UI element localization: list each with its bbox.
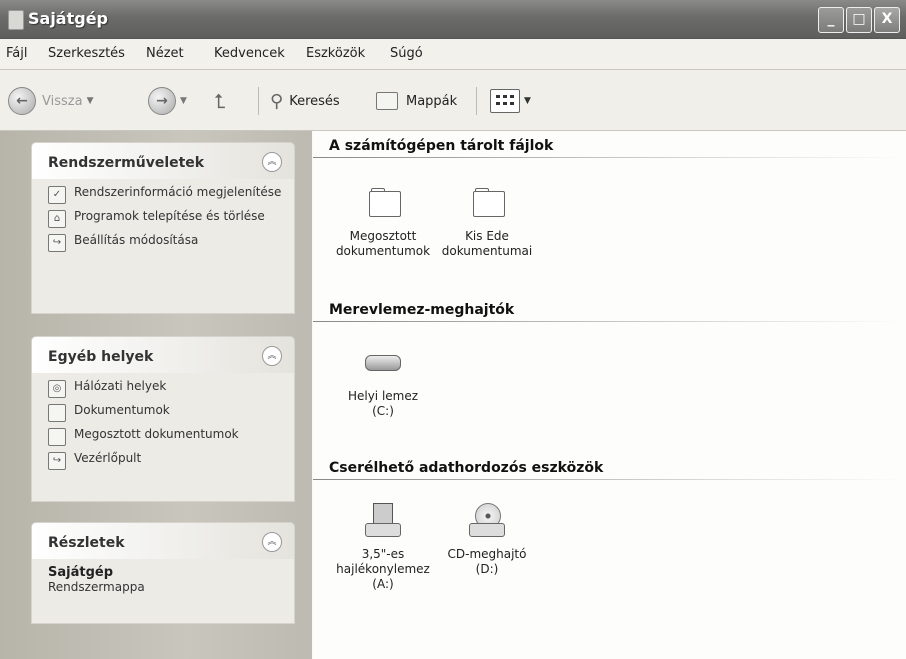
- forward-button[interactable]: → ▼: [148, 87, 187, 115]
- task-show-system-info[interactable]: ✓ Rendszerinformáció megjelenítése: [48, 185, 284, 204]
- chevron-down-icon: ▼: [524, 96, 531, 106]
- collapse-icon[interactable]: ︽: [262, 532, 282, 552]
- menu-favorites[interactable]: Kedvencek: [214, 46, 285, 61]
- chevron-down-icon: ▼: [180, 96, 187, 106]
- section-divider: [313, 321, 906, 322]
- chevron-down-icon: ▼: [86, 96, 94, 106]
- place-control-panel[interactable]: ↪ Vezérlőpult: [48, 451, 284, 470]
- cd-drive-base: [469, 523, 505, 537]
- maximize-button[interactable]: □: [846, 7, 872, 33]
- task-label: Programok telepítése és törlése: [74, 209, 265, 223]
- collapse-icon[interactable]: ︽: [262, 152, 282, 172]
- folder-shared-documents[interactable]: Megosztott dokumentumok: [331, 185, 435, 259]
- control-panel-icon: ↪: [48, 452, 66, 470]
- content-pane: A számítógépen tárolt fájlok Megosztott …: [313, 131, 906, 659]
- menu-edit[interactable]: Szerkesztés: [48, 46, 125, 61]
- details-header[interactable]: Részletek ︽: [32, 523, 294, 559]
- item-label: Megosztott: [349, 229, 417, 243]
- place-label: Dokumentumok: [74, 403, 170, 417]
- drive-cd-d[interactable]: CD-meghajtó (D:): [435, 503, 539, 577]
- place-label: Hálózati helyek: [74, 379, 167, 393]
- menu-tools[interactable]: Eszközök: [306, 46, 365, 61]
- details-panel: Részletek ︽ Sajátgép Rendszermappa: [32, 523, 294, 623]
- hard-drive-icon: [365, 355, 401, 371]
- folder-icon: [473, 191, 505, 217]
- close-button[interactable]: X: [874, 7, 900, 33]
- system-tasks-panel: Rendszerműveletek ︽ ✓ Rendszerinformáció…: [32, 143, 294, 313]
- task-add-remove-programs[interactable]: ⌂ Programok telepítése és törlése: [48, 209, 284, 228]
- item-label: (A:): [372, 577, 394, 591]
- folders-icon: [376, 92, 398, 110]
- menu-view[interactable]: Nézet: [146, 46, 184, 61]
- system-info-icon: ✓: [48, 186, 66, 204]
- menu-help[interactable]: Súgó: [390, 46, 423, 61]
- floppy-drive-base: [365, 523, 401, 537]
- item-label: 3,5"-es: [361, 547, 405, 561]
- place-label: Vezérlőpult: [74, 451, 142, 465]
- folders-button[interactable]: Mappák: [376, 87, 457, 115]
- toolbar: ← Vissza ▼ → ▼ ⮤ ⚲ Keresés Mappák ▼: [0, 70, 906, 131]
- shared-folder-icon: [48, 428, 66, 446]
- task-label: Beállítás módosítása: [74, 233, 199, 247]
- network-places-icon: ◎: [48, 380, 66, 398]
- back-arrow-icon: ←: [8, 87, 36, 115]
- item-label: dokumentumai: [441, 244, 533, 258]
- menu-bar: Fájl Szerkesztés Nézet Kedvencek Eszközö…: [0, 39, 906, 105]
- task-change-setting[interactable]: ↪ Beállítás módosítása: [48, 233, 284, 252]
- title-bar[interactable]: Sajátgép _ □ X: [0, 0, 906, 39]
- search-button[interactable]: ⚲ Keresés: [270, 87, 340, 115]
- documents-folder-icon: [48, 404, 66, 422]
- forward-arrow-icon: →: [148, 87, 176, 115]
- system-tasks-title: Rendszerműveletek: [48, 155, 205, 171]
- collapse-icon[interactable]: ︽: [262, 346, 282, 366]
- section-title-files: A számítógépen tárolt fájlok: [329, 138, 554, 154]
- menu-file[interactable]: Fájl: [6, 46, 27, 61]
- item-label: CD-meghajtó: [447, 547, 527, 561]
- back-label: Vissza: [42, 93, 83, 109]
- other-places-panel: Egyéb helyek ︽ ◎ Hálózati helyek Dokumen…: [32, 337, 294, 501]
- computer-icon: [8, 10, 24, 30]
- details-item-type: Rendszermappa: [48, 580, 145, 594]
- search-icon: ⚲: [270, 90, 284, 112]
- item-label: Helyi lemez: [347, 389, 419, 403]
- views-icon: [490, 89, 520, 113]
- folders-label: Mappák: [406, 93, 458, 109]
- task-label: Rendszerinformáció megjelenítése: [74, 185, 282, 199]
- drive-local-disk-c[interactable]: Helyi lemez (C:): [331, 345, 435, 419]
- window-title: Sajátgép: [28, 9, 109, 28]
- views-button[interactable]: ▼: [490, 87, 531, 115]
- section-divider: [313, 479, 906, 480]
- section-title-hard-drives: Merevlemez-meghajtók: [329, 302, 515, 318]
- toolbar-separator: [476, 87, 477, 115]
- item-label: (C:): [372, 404, 394, 418]
- item-label: (D:): [475, 562, 499, 576]
- section-title-removable: Cserélhető adathordozós eszközök: [329, 460, 604, 476]
- details-item-name: Sajátgép: [48, 565, 114, 580]
- other-places-header[interactable]: Egyéb helyek ︽: [32, 337, 294, 373]
- toolbar-separator: [258, 87, 259, 115]
- folder-user-documents[interactable]: Kis Ede dokumentumai: [435, 185, 539, 259]
- folder-icon: [369, 191, 401, 217]
- other-places-title: Egyéb helyek: [48, 349, 154, 365]
- place-shared-documents[interactable]: Megosztott dokumentumok: [48, 427, 284, 446]
- add-remove-programs-icon: ⌂: [48, 210, 66, 228]
- section-divider: [313, 157, 906, 158]
- drive-floppy-a[interactable]: 3,5"-es hajlékonylemez (A:): [331, 503, 435, 592]
- system-tasks-header[interactable]: Rendszerműveletek ︽: [32, 143, 294, 179]
- minimize-button[interactable]: _: [818, 7, 844, 33]
- search-label: Keresés: [289, 93, 340, 109]
- place-documents[interactable]: Dokumentumok: [48, 403, 284, 422]
- explorer-window: Sajátgép _ □ X Fájl Szerkesztés Nézet Ke…: [0, 0, 906, 659]
- up-button[interactable]: ⮤: [214, 87, 226, 115]
- place-network[interactable]: ◎ Hálózati helyek: [48, 379, 284, 398]
- details-title: Részletek: [48, 535, 125, 551]
- item-label: dokumentumok: [335, 244, 431, 258]
- item-label: hajlékonylemez: [336, 562, 430, 576]
- place-label: Megosztott dokumentumok: [74, 427, 239, 441]
- back-button[interactable]: ← Vissza ▼: [8, 87, 93, 115]
- item-label: Kis Ede: [465, 229, 509, 243]
- task-pane: Rendszerműveletek ︽ ✓ Rendszerinformáció…: [0, 131, 312, 659]
- folder-up-icon: ⮤: [214, 89, 226, 113]
- control-panel-icon: ↪: [48, 234, 66, 252]
